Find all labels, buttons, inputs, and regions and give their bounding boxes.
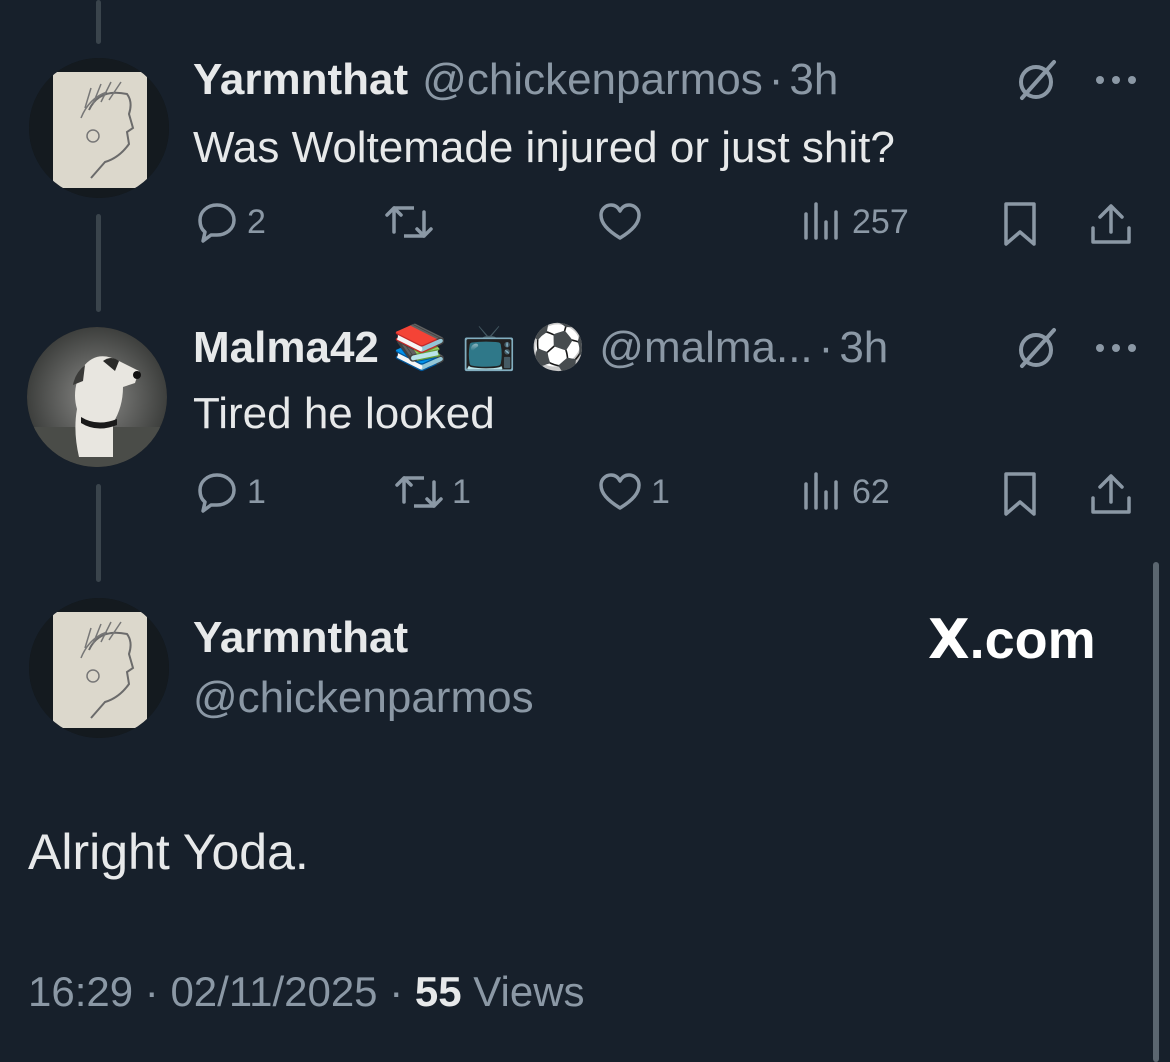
reply-count: 2 — [247, 202, 266, 241]
main-handle[interactable]: @chickenparmos — [193, 672, 534, 724]
avatar-yarmnthat[interactable] — [29, 58, 169, 198]
share-button[interactable] — [1088, 200, 1134, 248]
repost-button[interactable]: 1 — [394, 470, 471, 514]
share-icon — [1091, 204, 1131, 244]
display-name[interactable]: Yarmnthat — [193, 54, 408, 106]
heart-icon — [599, 203, 641, 240]
like-count: 1 — [651, 472, 670, 511]
grok-icon[interactable] — [1014, 56, 1062, 109]
tweet-1-text: Was Woltemade injured or just shit? — [193, 123, 895, 172]
reply-button[interactable]: 1 — [195, 470, 266, 514]
heart-icon — [599, 473, 641, 510]
separator-dot: · — [768, 55, 784, 104]
more-options-icon[interactable] — [1092, 72, 1140, 93]
handle[interactable]: @malma... — [599, 322, 812, 374]
tweet-meta: 16:29 · 02/11/2025 · 55 Views — [28, 966, 585, 1018]
thread-line-1 — [96, 214, 101, 312]
books-emoji: 📚 — [392, 323, 448, 372]
reply-count: 1 — [247, 472, 266, 511]
bookmark-icon — [1004, 202, 1036, 246]
views-count[interactable]: 55 — [415, 968, 462, 1015]
dog-photo-icon — [27, 327, 167, 467]
domain-suffix: .com — [969, 610, 1096, 670]
main-tweet-text: Alright Yoda. — [28, 824, 309, 880]
tweet-1-header: Yarmnthat @chickenparmos · 3h — [193, 54, 838, 106]
views-count: 257 — [852, 202, 909, 241]
repost-button[interactable] — [384, 200, 442, 244]
avatar-malma42[interactable] — [27, 327, 167, 467]
scrollbar[interactable] — [1153, 562, 1159, 1062]
sketch-portrait-icon — [29, 598, 169, 738]
share-icon — [1091, 474, 1131, 514]
sketch-portrait-icon — [29, 58, 169, 198]
timestamp[interactable]: 3h — [789, 54, 838, 106]
thread-line-2 — [96, 484, 101, 582]
x-logo-icon: X — [928, 608, 970, 671]
post-time[interactable]: 16:29 — [28, 968, 133, 1015]
timestamp[interactable]: 3h — [839, 322, 888, 374]
bookmark-icon — [1004, 472, 1036, 516]
bookmark-button[interactable] — [1000, 470, 1040, 518]
repost-icon — [385, 206, 433, 238]
handle[interactable]: @chickenparmos — [422, 54, 763, 106]
tv-emoji: 📺 — [461, 323, 517, 372]
separator-dot: · — [389, 968, 404, 1015]
display-name[interactable]: Malma42 — [193, 322, 379, 374]
tweet-2-header: Malma42 📚 📺 ⚽ @malma... · 3h — [193, 322, 888, 374]
views-count: 62 — [852, 472, 890, 511]
bookmark-button[interactable] — [1000, 200, 1040, 248]
x-com-watermark: X .com — [928, 608, 1096, 672]
analytics-icon — [804, 472, 838, 510]
post-date[interactable]: 02/11/2025 — [170, 968, 377, 1015]
like-button[interactable] — [597, 200, 651, 244]
main-display-name[interactable]: Yarmnthat — [193, 612, 408, 664]
repost-count: 1 — [452, 472, 471, 511]
tweet-2-text: Tired he looked — [193, 389, 495, 438]
share-button[interactable] — [1088, 470, 1134, 518]
soccer-ball-emoji: ⚽ — [530, 323, 586, 372]
like-button[interactable]: 1 — [597, 470, 670, 514]
separator-dot: · — [818, 323, 834, 372]
reply-icon — [198, 203, 236, 243]
views-button[interactable]: 62 — [800, 470, 890, 514]
more-options-icon[interactable] — [1092, 340, 1140, 361]
separator-dot: · — [144, 968, 159, 1015]
views-button[interactable]: 257 — [800, 200, 909, 244]
thread-line-top — [96, 0, 101, 44]
grok-icon[interactable] — [1014, 324, 1062, 377]
reply-icon — [198, 473, 236, 513]
repost-icon — [395, 476, 443, 508]
reply-button[interactable]: 2 — [195, 200, 266, 244]
avatar-main-yarmnthat[interactable] — [29, 598, 169, 738]
analytics-icon — [804, 202, 838, 240]
views-label: Views — [473, 968, 585, 1015]
